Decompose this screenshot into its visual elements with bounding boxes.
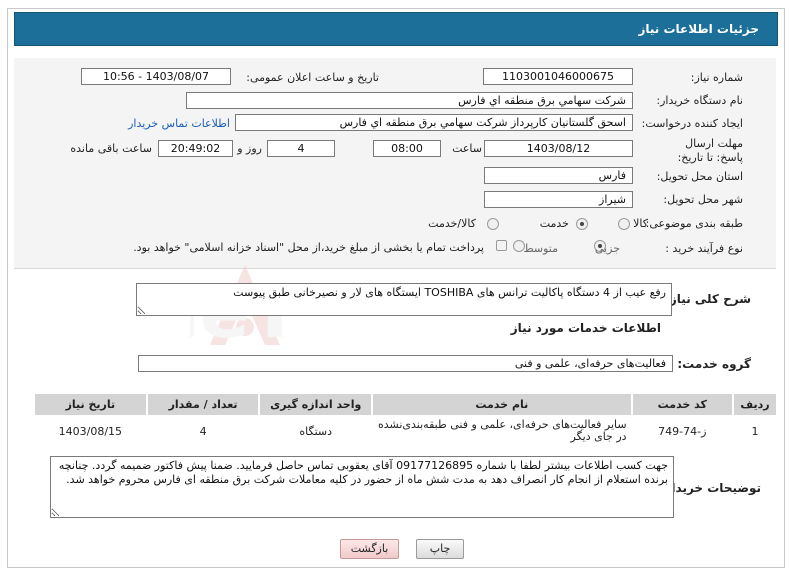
category-goods-label: کالا xyxy=(633,217,648,230)
need-number-label: شماره نیاز: xyxy=(690,71,743,84)
cell-name: سایر فعالیت‌های حرفه‌ای، علمی و فنی طبقه… xyxy=(373,417,631,445)
category-label: طبقه بندی موضوعی: xyxy=(645,217,743,230)
city-label: شهر محل تحویل: xyxy=(663,193,743,206)
deadline-time-field[interactable]: 08:00 xyxy=(373,140,441,157)
col-row: ردیف xyxy=(733,394,776,415)
cell-date: 1403/08/15 xyxy=(35,417,146,445)
print-button[interactable]: چاپ xyxy=(416,539,464,559)
province-label: استان محل تحویل: xyxy=(656,170,743,183)
announce-datetime-label: تاریخ و ساعت اعلان عمومی: xyxy=(246,71,379,84)
category-service-label: خدمت xyxy=(539,217,569,230)
days-remaining-field[interactable]: 4 xyxy=(267,140,335,157)
col-name: نام خدمت xyxy=(373,394,631,415)
buyer-org-field[interactable]: شرکت سهامي برق منطقه اي فارس xyxy=(186,92,633,109)
need-number-field[interactable]: 1103001046000675 xyxy=(483,68,633,85)
panel-title: جزئیات اطلاعات نیاز xyxy=(638,22,759,36)
category-both-label: کالا/خدمت xyxy=(428,217,476,230)
buyer-org-label: نام دستگاه خریدار: xyxy=(656,94,743,107)
col-code: کد خدمت xyxy=(632,394,732,415)
col-qty: تعداد / مقدار xyxy=(147,394,259,415)
services-table-header: ردیف کد خدمت نام خدمت واحد اندازه گیری ت… xyxy=(35,394,776,415)
cell-row: 1 xyxy=(733,417,776,445)
services-table: ردیف کد خدمت نام خدمت واحد اندازه گیری ت… xyxy=(33,392,778,447)
buyer-contact-link[interactable]: اطلاعات تماس خریدار xyxy=(128,117,230,130)
cell-unit: دستگاه xyxy=(260,417,372,445)
service-group-label: گروه خدمت: xyxy=(677,357,751,371)
col-unit: واحد اندازه گیری xyxy=(260,394,372,415)
cell-code: ز-74-749 xyxy=(632,417,732,445)
services-table-wrap: ردیف کد خدمت نام خدمت واحد اندازه گیری ت… xyxy=(33,392,778,447)
days-label: روز و xyxy=(237,142,262,155)
panel-header: جزئیات اطلاعات نیاز xyxy=(14,12,778,46)
table-row: 1 ز-74-749 سایر فعالیت‌های حرفه‌ای، علمی… xyxy=(35,417,776,445)
requester-label: ایجاد کننده درخواست: xyxy=(641,117,743,130)
buyer-notes-textarea[interactable]: جهت کسب اطلاعات بیشتر لطفا با شماره 0917… xyxy=(50,456,674,518)
form-area xyxy=(14,58,776,268)
category-goods-radio[interactable] xyxy=(618,218,630,230)
process-label: نوع فرآیند خرید : xyxy=(665,242,743,255)
treasury-payment-checkbox[interactable] xyxy=(496,240,507,251)
category-service-radio[interactable] xyxy=(576,218,588,230)
city-field[interactable]: شیراز xyxy=(484,191,633,208)
category-both-radio[interactable] xyxy=(487,218,499,230)
summary-label: شرح کلی نیاز: xyxy=(665,292,751,306)
services-section-title: اطلاعات خدمات مورد نیاز xyxy=(510,321,661,335)
divider xyxy=(14,268,776,269)
province-field[interactable]: فارس xyxy=(484,167,633,184)
process-medium-label: متوسط xyxy=(523,242,558,255)
remaining-time-field[interactable]: 20:49:02 xyxy=(158,140,233,157)
buyer-notes-label: توضیحات خریدار: xyxy=(659,481,761,495)
process-minor-label: جزیی xyxy=(594,242,620,255)
deadline-label: مهلت ارسال پاسخ: تا تاریخ: xyxy=(677,137,743,164)
service-group-field[interactable]: فعالیت‌های حرفه‌ای، علمی و فنی xyxy=(138,355,673,372)
col-date: تاریخ نیاز xyxy=(35,394,146,415)
deadline-date-field[interactable]: 1403/08/12 xyxy=(484,140,633,157)
back-button[interactable]: بازگشت xyxy=(340,539,399,559)
announce-datetime-field[interactable]: 1403/08/07 - 10:56 xyxy=(81,68,231,85)
treasury-payment-note: پرداخت تمام یا بخشی از مبلغ خرید،از محل … xyxy=(133,241,484,254)
cell-qty: 4 xyxy=(147,417,259,445)
deadline-time-label: ساعت xyxy=(452,142,482,155)
summary-textarea[interactable]: رفع عیب از 4 دستگاه پاکالیت ترانس های TO… xyxy=(136,283,672,316)
requester-field[interactable]: اسحق گلستانيان کارپرداز شرکت سهامي برق م… xyxy=(235,114,633,131)
remaining-time-label: ساعت باقی مانده xyxy=(70,142,152,155)
